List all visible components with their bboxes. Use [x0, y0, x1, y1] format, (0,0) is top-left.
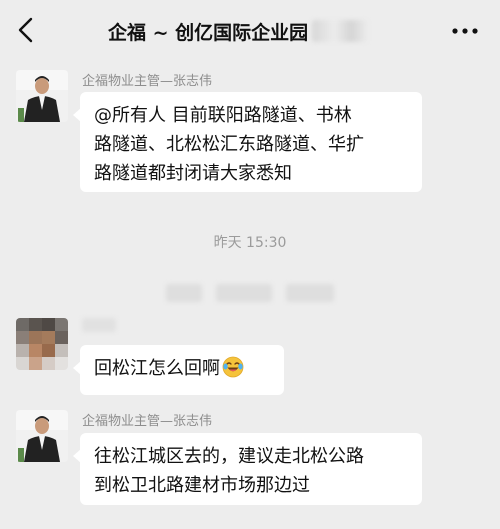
message-bubble[interactable]: 回松江怎么回啊	[73, 345, 284, 395]
sender-name: 企福物业主管—张志伟	[82, 414, 213, 429]
message-line: 往松江城区去的，建议走北松公路	[94, 446, 364, 467]
laughing-crying-emoji-icon	[222, 356, 244, 378]
chat-title-wrap: 企福 ~ 创亿国际企业园	[108, 16, 369, 46]
title-blurred-region	[312, 20, 369, 42]
message-line: 路隧道、北松松汇东路隧道、华扩	[94, 134, 364, 155]
message-line: @所有人 目前联阳路隧道、书林	[94, 105, 352, 126]
avatar[interactable]	[16, 410, 68, 462]
more-dots-icon[interactable]	[452, 28, 478, 34]
chevron-left-icon[interactable]	[14, 17, 38, 43]
message-line: 回松江怎么回啊	[94, 358, 220, 379]
avatar[interactable]	[16, 70, 68, 122]
message-line: 到松卫北路建材市场那边过	[94, 475, 310, 496]
avatar-pixelated[interactable]	[16, 318, 68, 370]
blurred-text-block	[166, 284, 202, 302]
chat-timestamp: 昨天 15:30	[213, 235, 287, 251]
blurred-sender-name	[82, 318, 116, 332]
message-bubble[interactable]: @所有人 目前联阳路隧道、书林 路隧道、北松松汇东路隧道、华扩 路隧道都封闭请大…	[73, 92, 422, 192]
chat-header: 企福 ~ 创亿国际企业园	[0, 0, 500, 60]
message-bubble[interactable]: 往松江城区去的，建议走北松公路 到松卫北路建材市场那边过	[73, 433, 422, 505]
message-line: 路隧道都封闭请大家悉知	[94, 163, 292, 184]
blurred-text-block	[286, 284, 334, 302]
chat-title: 企福 ~ 创亿国际企业园	[108, 21, 309, 44]
blurred-text-block	[216, 284, 272, 302]
sender-name: 企福物业主管—张志伟	[82, 74, 213, 89]
